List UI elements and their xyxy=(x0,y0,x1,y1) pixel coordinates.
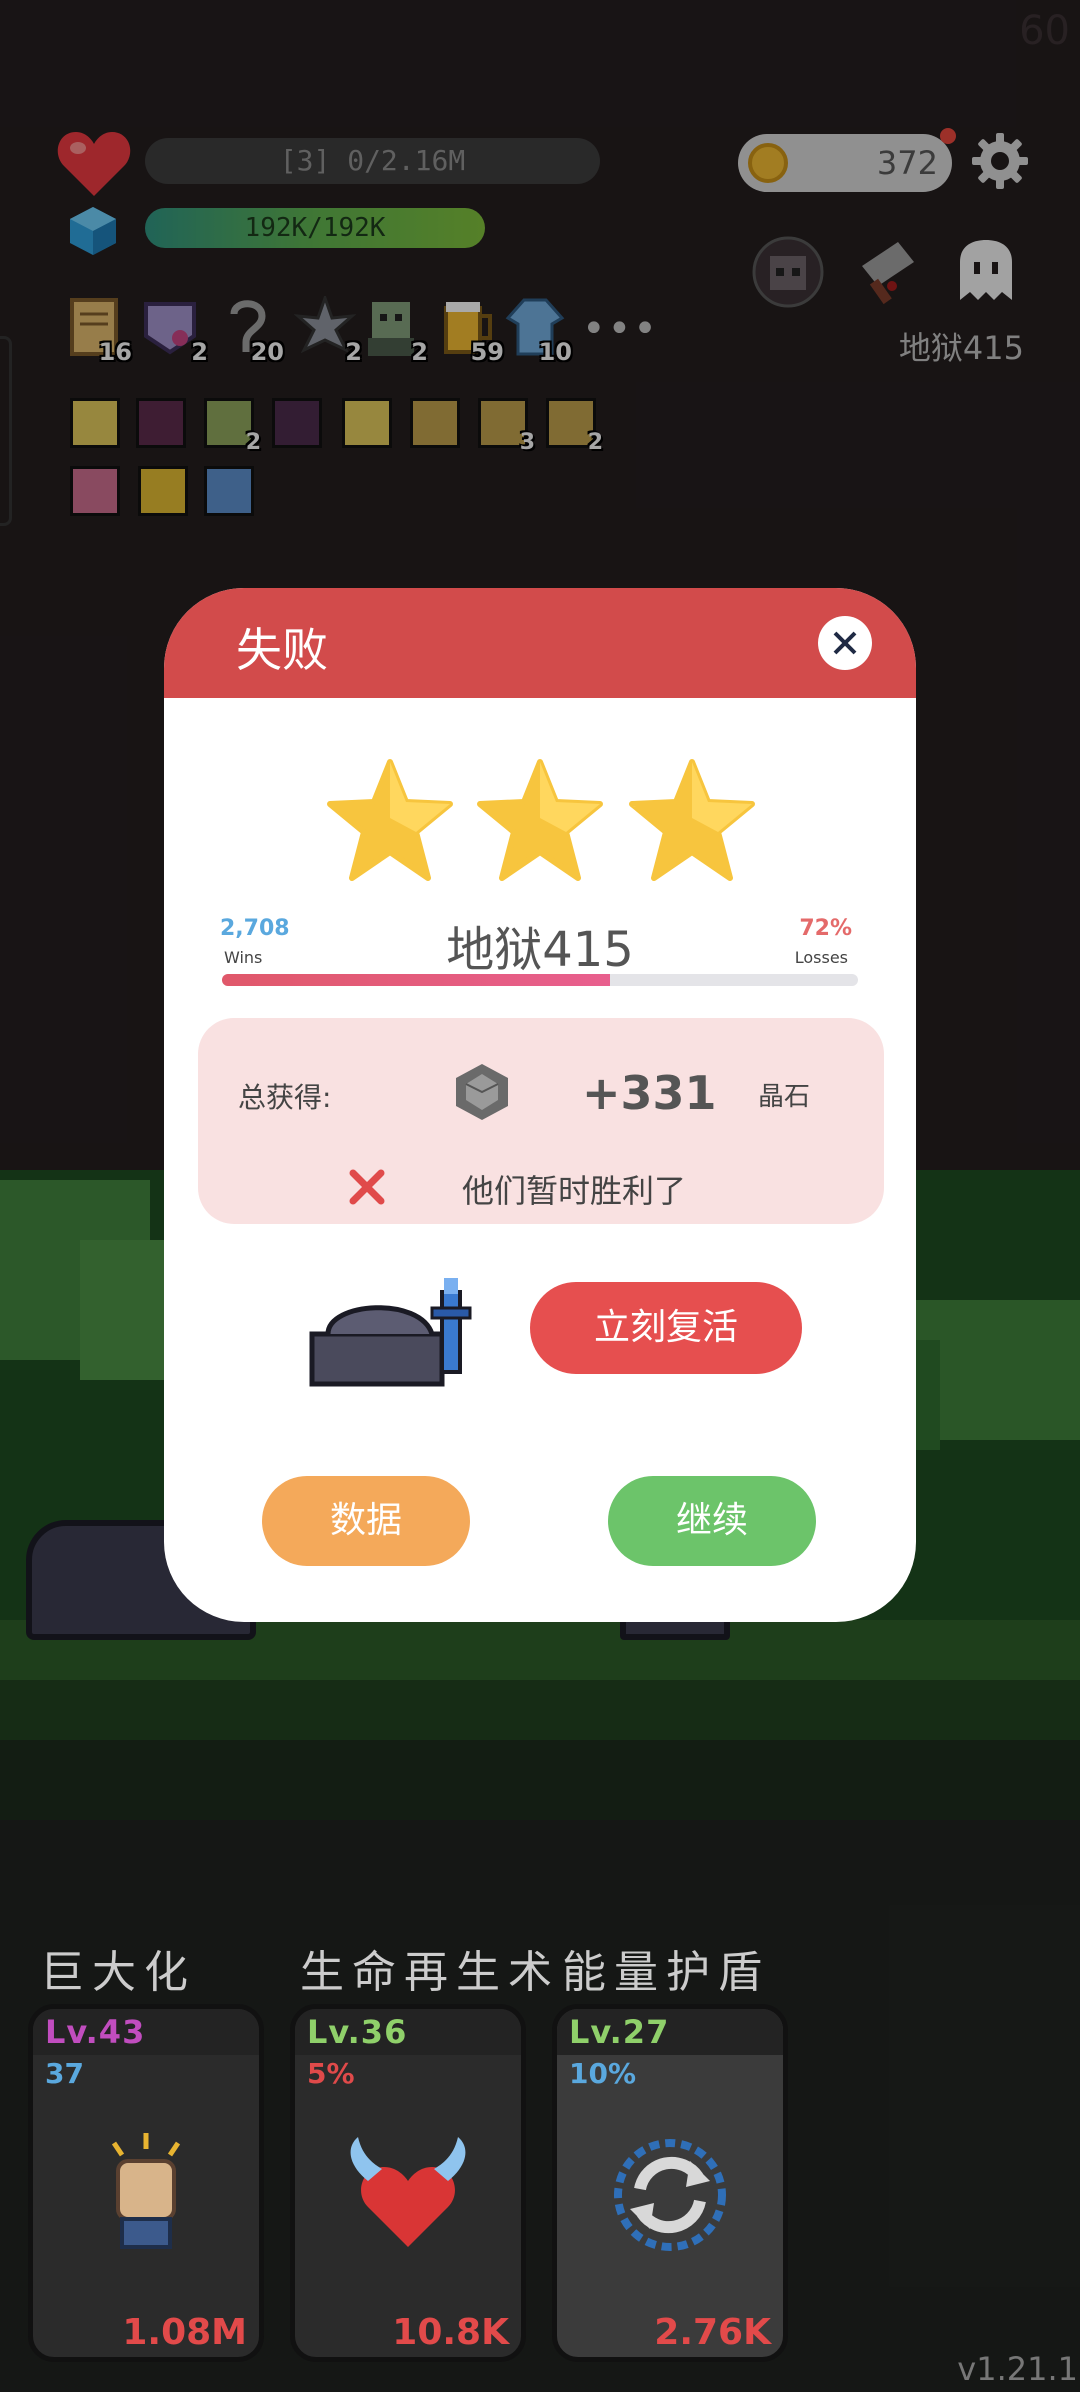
version-label: v1.21.1 xyxy=(957,2350,1078,2388)
fist-icon xyxy=(111,2133,181,2249)
skill-cost: 10.8K xyxy=(392,2312,509,2353)
reward-value: +331 xyxy=(582,1066,717,1120)
reward-panel: 总获得: +331 晶石 他们暂时胜利了 xyxy=(198,1018,884,1224)
skill-card-energy-shield[interactable]: Lv.27 10% 2.76K xyxy=(552,2004,788,2362)
continue-button[interactable]: 继续 xyxy=(608,1476,816,1566)
close-icon xyxy=(833,631,857,655)
close-button[interactable] xyxy=(818,616,872,670)
skill-level: Lv.27 xyxy=(569,2013,670,2051)
fail-message: 他们暂时胜利了 xyxy=(462,1172,687,1210)
losses-label: Losses xyxy=(794,948,848,967)
star-icon xyxy=(477,759,603,881)
skill-cost: 2.76K xyxy=(654,2312,771,2353)
skill-stat: 5% xyxy=(307,2057,355,2090)
skill-card-enlarge[interactable]: Lv.43 37 1.08M xyxy=(28,2004,264,2362)
skill-card-regeneration[interactable]: Lv.36 5% 10.8K xyxy=(290,2004,526,2362)
revive-button[interactable]: 立刻复活 xyxy=(530,1282,802,1374)
skill-level: Lv.43 xyxy=(45,2013,146,2051)
skill-title: 能量护盾 xyxy=(562,1947,770,1998)
losses-percent: 72% xyxy=(799,916,852,941)
skill-cost: 1.08M xyxy=(122,2312,247,2353)
skill-level: Lv.36 xyxy=(307,2013,408,2051)
win-rate-bar xyxy=(222,974,858,986)
reward-label: 总获得: xyxy=(238,1081,332,1114)
star-rating xyxy=(164,758,916,888)
skill-stat: 10% xyxy=(569,2057,637,2090)
stats-button[interactable]: 数据 xyxy=(262,1476,470,1566)
skill-title: 生命再生术 xyxy=(300,1947,560,1998)
crystal-icon xyxy=(456,1064,508,1120)
skill-stat: 37 xyxy=(45,2057,84,2090)
win-rate-fill xyxy=(222,974,610,986)
shield-cycle-icon xyxy=(614,2139,726,2251)
star-icon xyxy=(327,759,453,881)
skill-title: 巨大化 xyxy=(40,1947,196,1998)
star-icon xyxy=(629,759,755,881)
winged-heart-icon xyxy=(350,2137,466,2247)
fallen-hero-icon xyxy=(309,1278,472,1387)
reward-unit: 晶石 xyxy=(758,1082,811,1112)
defeat-dialog: 失败 2,708 Wins 地狱415 72% Losses 总获得: +331… xyxy=(164,588,916,1622)
dialog-header: 失败 xyxy=(164,588,916,698)
dialog-title: 失败 xyxy=(236,623,328,677)
fail-x-icon xyxy=(349,1169,385,1205)
